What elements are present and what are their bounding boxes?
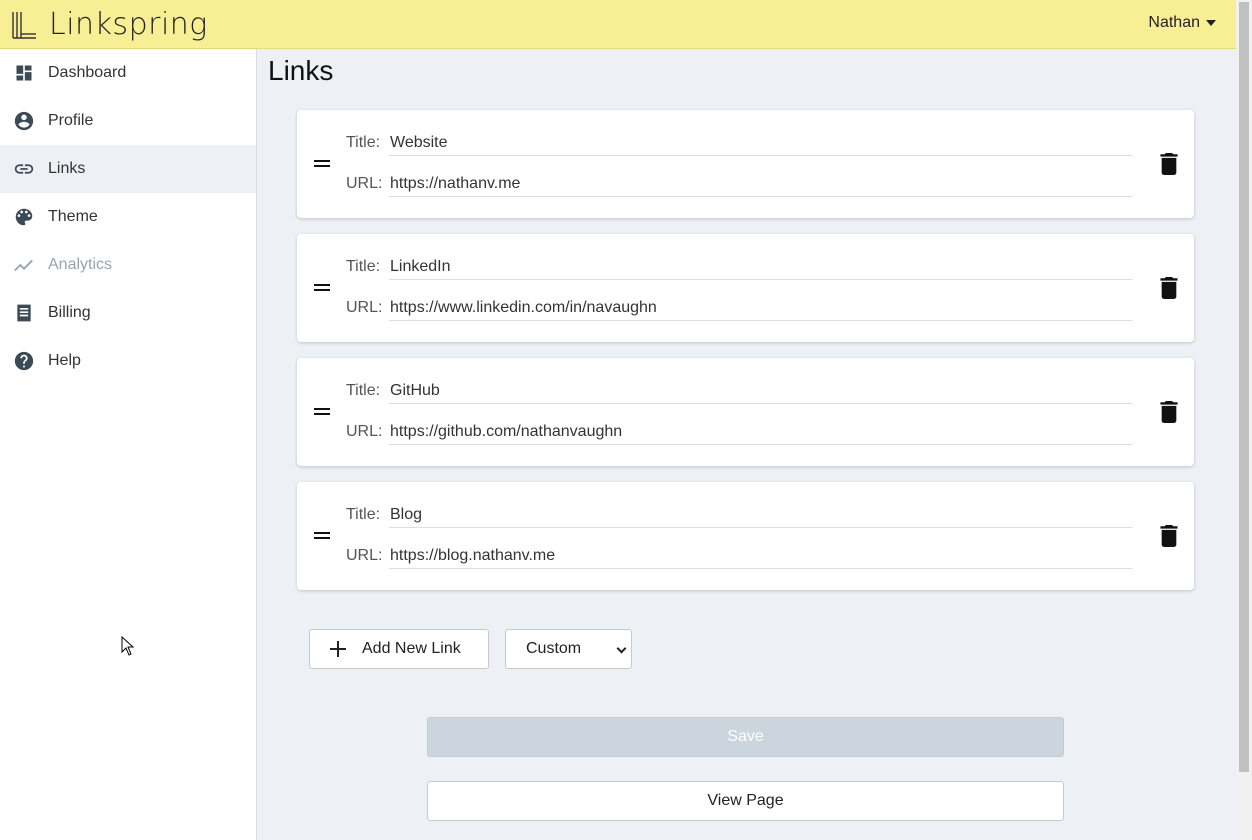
sidebar-item-links[interactable]: Links <box>0 145 256 193</box>
trash-icon[interactable] <box>1160 277 1178 299</box>
sidebar-item-profile[interactable]: Profile <box>0 97 256 145</box>
url-label: URL: <box>346 423 383 440</box>
sidebar-item-label: Profile <box>48 112 94 129</box>
scrollbar-thumb[interactable] <box>1239 2 1249 772</box>
account-circle-icon <box>13 110 35 132</box>
drag-handle-icon[interactable] <box>314 531 330 541</box>
title-label: Title: <box>346 134 381 151</box>
sidebar-item-help[interactable]: Help <box>0 337 256 385</box>
mouse-cursor-icon <box>121 636 135 656</box>
sidebar-item-theme[interactable]: Theme <box>0 193 256 241</box>
link-card: Title: Blog URL: https://blog.nathanv.me <box>297 482 1194 590</box>
sidebar-item-label: Links <box>48 160 86 177</box>
link-title-input[interactable]: Website <box>389 130 1133 156</box>
url-label: URL: <box>346 175 383 192</box>
link-title-input[interactable]: Blog <box>389 502 1133 528</box>
sidebar-item-analytics: Analytics <box>0 241 256 289</box>
url-label: URL: <box>346 547 383 564</box>
palette-icon <box>13 206 35 228</box>
trash-icon[interactable] <box>1160 401 1178 423</box>
link-title-field: Title: GitHub <box>346 378 1133 404</box>
title-label: Title: <box>346 506 381 523</box>
sidebar-item-label: Help <box>48 352 81 369</box>
drag-handle-icon[interactable] <box>314 407 330 417</box>
link-url-field: URL: https://github.com/nathanvaughn <box>346 419 1133 445</box>
trash-icon[interactable] <box>1160 525 1178 547</box>
trash-icon[interactable] <box>1160 153 1178 175</box>
app-logo[interactable]: Linkspring <box>11 9 208 41</box>
top-header: Linkspring Nathan <box>0 0 1236 49</box>
help-circle-icon <box>13 350 35 372</box>
chevron-down-icon <box>616 643 627 654</box>
link-url-field: URL: https://blog.nathanv.me <box>346 543 1133 569</box>
link-url-field: URL: https://www.linkedin.com/in/navaugh… <box>346 295 1133 321</box>
link-url-input[interactable]: https://www.linkedin.com/in/navaughn <box>389 295 1133 321</box>
plus-icon <box>330 641 346 657</box>
view-page-button[interactable]: View Page <box>427 781 1064 821</box>
link-card: Title: GitHub URL: https://github.com/na… <box>297 358 1194 466</box>
sidebar-item-label: Theme <box>48 208 98 225</box>
link-type-selected: Custom <box>526 640 582 657</box>
save-button[interactable]: Save <box>427 717 1064 757</box>
caret-down-icon <box>1206 20 1216 26</box>
user-name: Nathan <box>1148 14 1200 31</box>
title-label: Title: <box>346 382 381 399</box>
user-menu-dropdown[interactable]: Nathan <box>1148 14 1216 32</box>
drag-handle-icon[interactable] <box>314 283 330 293</box>
drag-handle-icon[interactable] <box>314 159 330 169</box>
sidebar-item-label: Analytics <box>48 256 113 273</box>
link-url-field: URL: https://nathanv.me <box>346 171 1133 197</box>
link-card: Title: LinkedIn URL: https://www.linkedi… <box>297 234 1194 342</box>
link-title-input[interactable]: LinkedIn <box>389 254 1133 280</box>
linkspring-logo-icon <box>12 12 36 39</box>
url-label: URL: <box>346 299 383 316</box>
sidebar: Dashboard Profile Links Theme Analytics … <box>0 49 257 840</box>
dashboard-icon <box>13 62 35 84</box>
sidebar-item-billing[interactable]: Billing <box>0 289 256 337</box>
link-icon <box>13 158 35 180</box>
add-new-link-button[interactable]: Add New Link <box>309 629 489 669</box>
link-url-input[interactable]: https://blog.nathanv.me <box>389 543 1133 569</box>
link-title-field: Title: Website <box>346 130 1133 156</box>
link-title-field: Title: Blog <box>346 502 1133 528</box>
trending-up-icon <box>13 254 35 276</box>
sidebar-item-dashboard[interactable]: Dashboard <box>0 49 256 97</box>
title-label: Title: <box>346 258 381 275</box>
receipt-icon <box>13 302 35 324</box>
add-new-link-label: Add New Link <box>362 640 461 657</box>
app-name: Linkspring <box>49 7 208 42</box>
link-title-field: Title: LinkedIn <box>346 254 1133 280</box>
link-card: Title: Website URL: https://nathanv.me <box>297 110 1194 218</box>
sidebar-item-label: Billing <box>48 304 91 321</box>
link-url-input[interactable]: https://github.com/nathanvaughn <box>389 419 1133 445</box>
link-type-select[interactable]: Custom <box>505 629 632 669</box>
main-content: Links Title: Website URL: https://nathan… <box>257 49 1236 840</box>
link-url-input[interactable]: https://nathanv.me <box>389 171 1133 197</box>
sidebar-item-label: Dashboard <box>48 64 127 81</box>
page-title: Links <box>268 55 334 86</box>
link-title-input[interactable]: GitHub <box>389 378 1133 404</box>
page-scrollbar[interactable] <box>1236 0 1252 840</box>
